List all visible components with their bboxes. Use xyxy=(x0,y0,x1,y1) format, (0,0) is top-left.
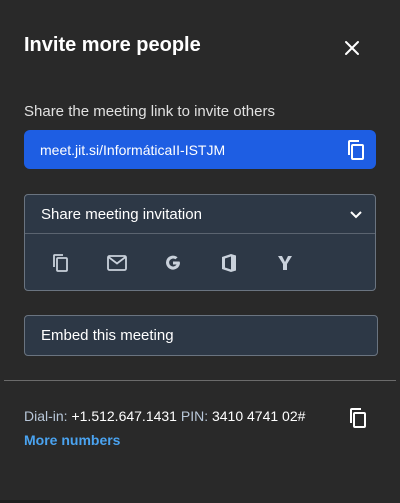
share-invitation-label: Share meeting invitation xyxy=(41,205,202,223)
share-invitation-panel: Share meeting invitation xyxy=(24,194,376,291)
email-invitation-button[interactable] xyxy=(105,251,129,275)
invitation-options xyxy=(25,234,375,291)
pin-value: 3410 4741 02# xyxy=(211,408,306,424)
close-button[interactable] xyxy=(338,34,366,62)
pin-label: PIN: xyxy=(180,408,209,424)
chevron-down-icon xyxy=(350,211,362,219)
share-link-label: Share the meeting link to invite others xyxy=(24,103,275,120)
close-icon xyxy=(345,41,359,55)
outlook-invitation-button[interactable] xyxy=(217,251,241,275)
google-icon xyxy=(166,255,180,270)
copy-icon xyxy=(53,253,68,272)
yahoo-icon xyxy=(278,255,292,270)
yahoo-invitation-button[interactable] xyxy=(273,251,297,275)
embed-meeting-label: Embed this meeting xyxy=(41,327,174,344)
copy-icon[interactable] xyxy=(348,407,368,429)
meeting-link-box[interactable]: meet.jit.si/InformáticaII-ISTJM xyxy=(24,130,376,169)
office-icon xyxy=(222,253,236,272)
dial-in-number: +1.512.647.1431 xyxy=(71,408,177,424)
invite-dialog: Invite more people Share the meeting lin… xyxy=(0,0,400,503)
google-invitation-button[interactable] xyxy=(161,251,185,275)
embed-meeting-button[interactable]: Embed this meeting xyxy=(24,315,378,356)
copy-icon[interactable] xyxy=(346,139,366,161)
dial-in-info: Dial-in: +1.512.647.1431 PIN: 3410 4741 … xyxy=(24,408,305,424)
mail-icon xyxy=(107,254,127,271)
copy-invitation-button[interactable] xyxy=(49,251,73,275)
share-invitation-toggle[interactable]: Share meeting invitation xyxy=(25,195,375,234)
divider xyxy=(4,380,396,381)
meeting-link-text: meet.jit.si/InformáticaII-ISTJM xyxy=(40,141,226,158)
more-numbers-link[interactable]: More numbers xyxy=(24,432,120,448)
dialog-title: Invite more people xyxy=(24,34,201,56)
dial-in-label: Dial-in: xyxy=(24,408,68,424)
